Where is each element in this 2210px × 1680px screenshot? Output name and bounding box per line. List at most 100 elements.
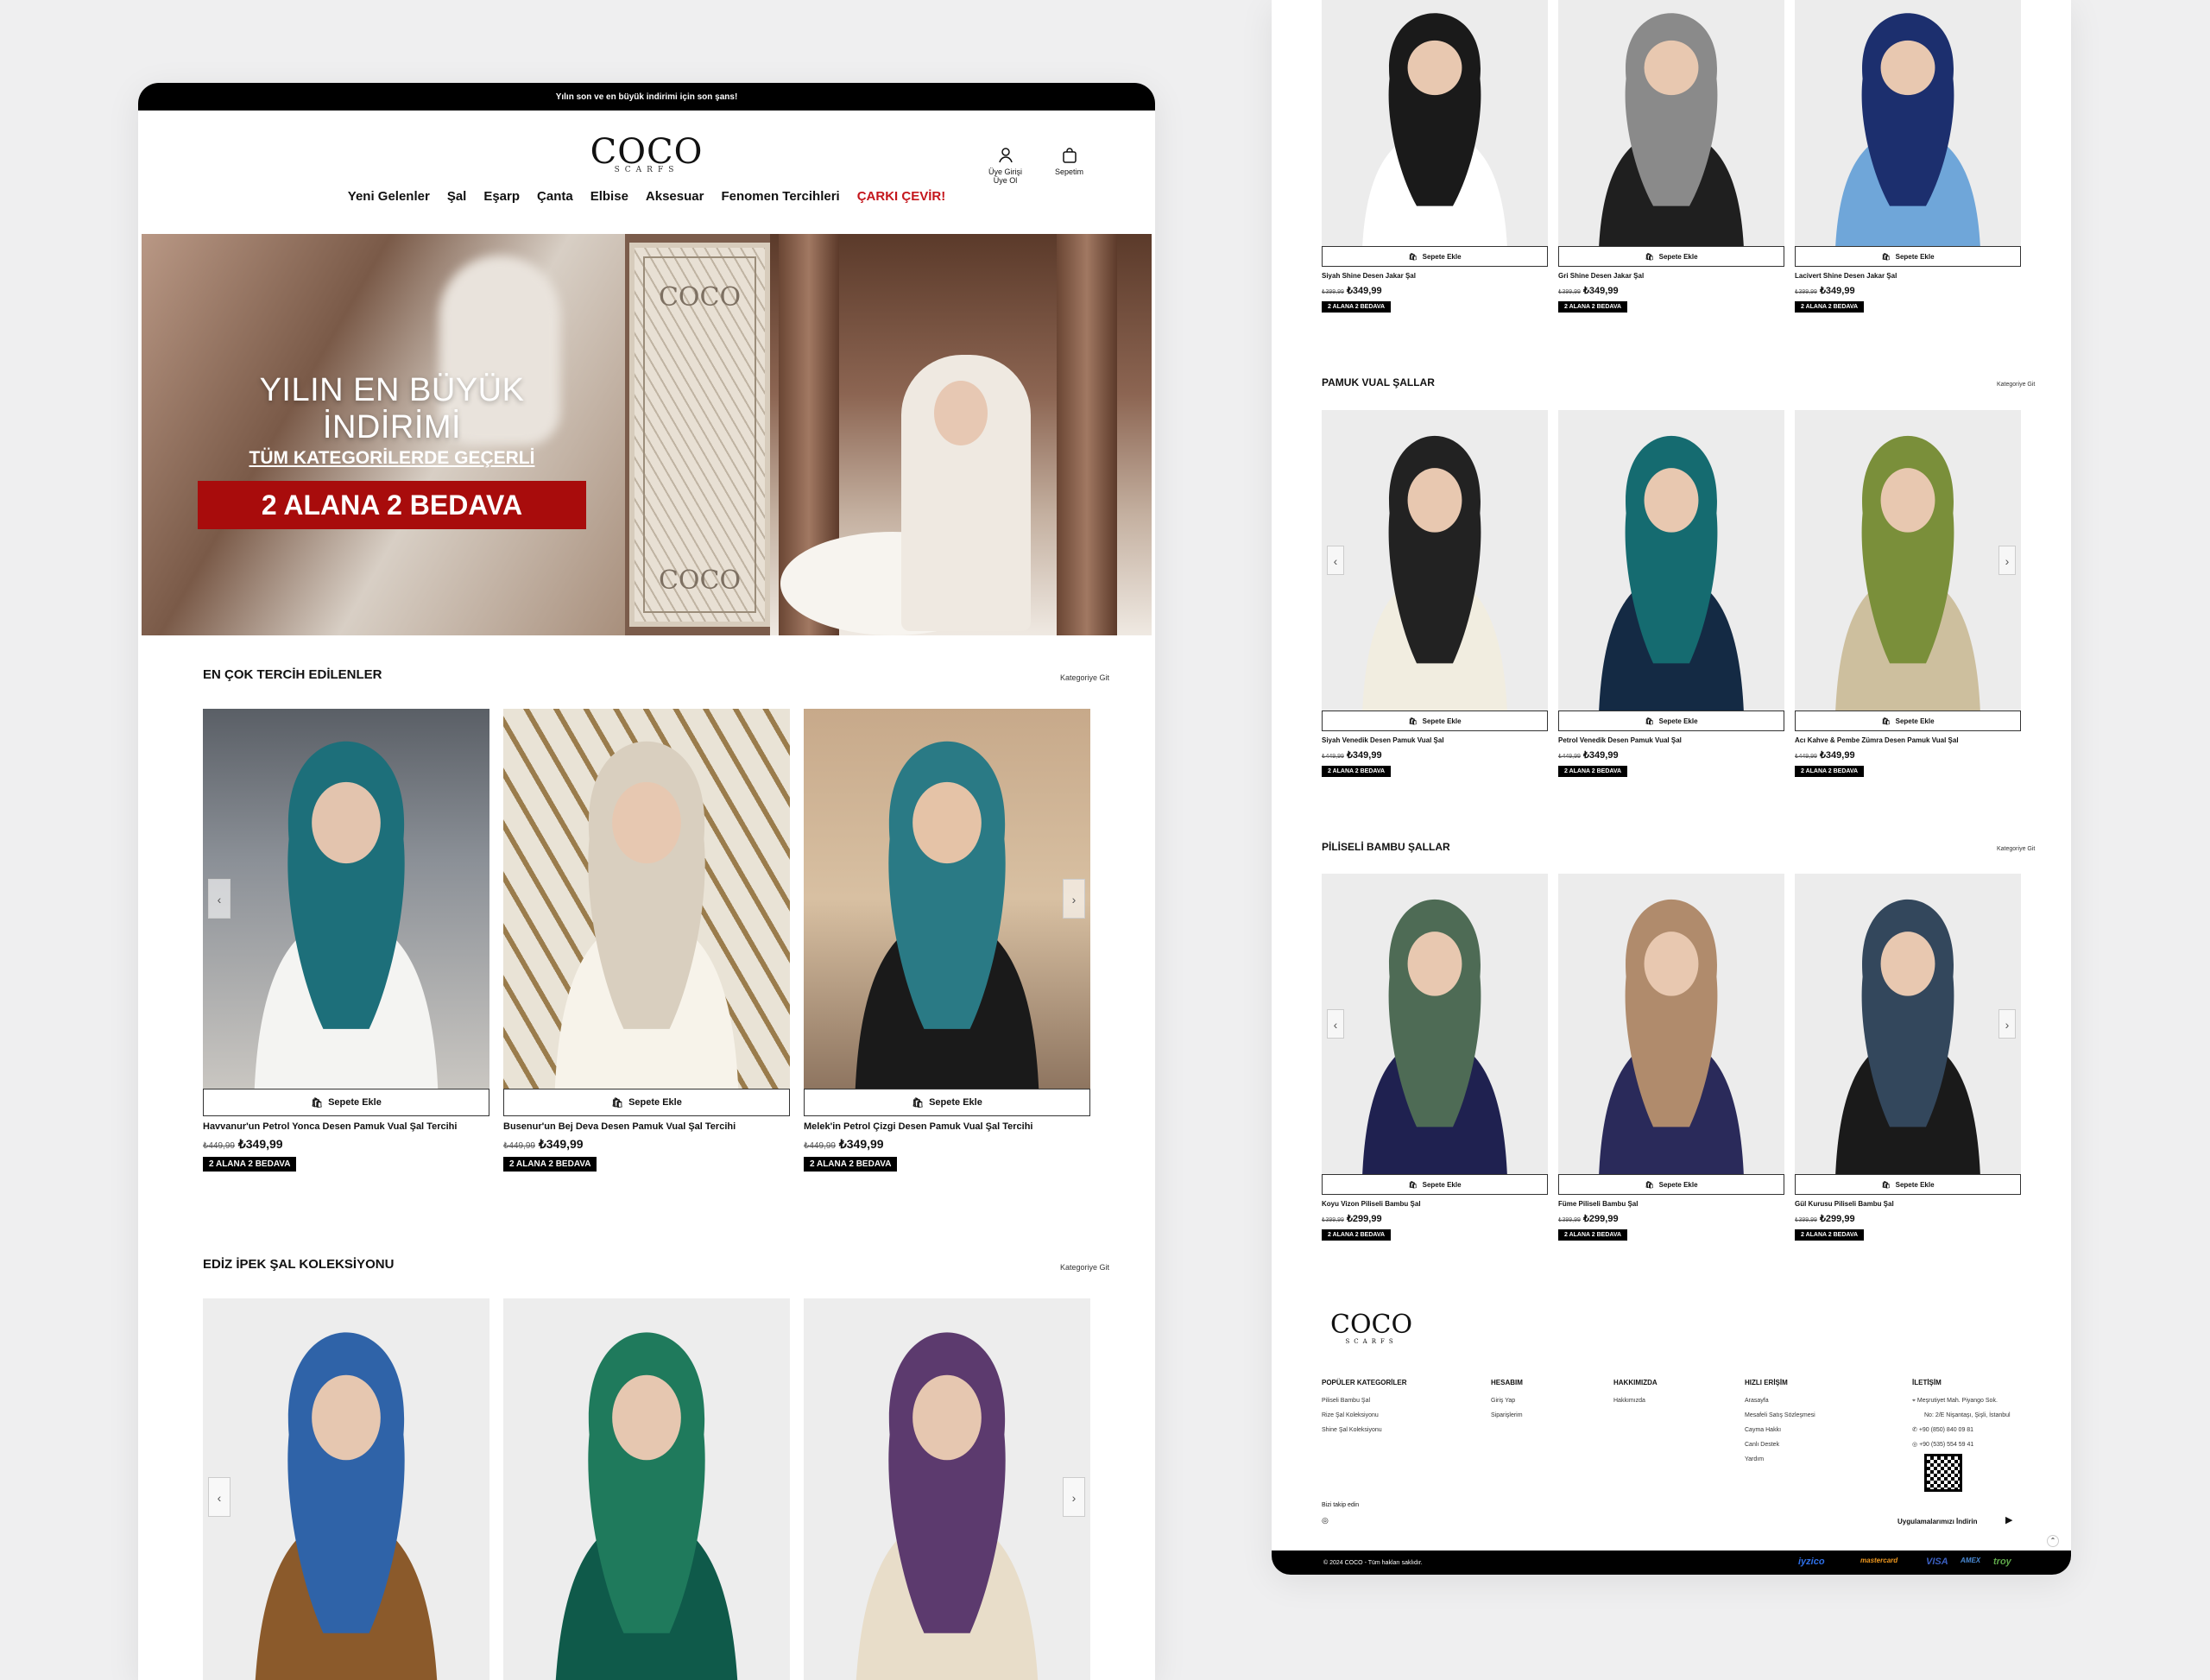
product-image[interactable] (203, 709, 489, 1089)
add-to-cart-button[interactable]: 🛍 Sepete Ekle (1795, 711, 2021, 731)
visa-logo: VISA (1926, 1557, 1948, 1567)
scroll-top-button[interactable]: ⌃ (2047, 1535, 2059, 1547)
shopping-bag-icon: 🛍 (1645, 1180, 1654, 1189)
category-link[interactable]: Kategoriye Git (1997, 846, 2035, 852)
add-to-cart-button[interactable]: 🛍 Sepete Ekle (1558, 1174, 1784, 1195)
product-name[interactable]: Lacivert Shine Desen Jakar Şal (1795, 272, 2021, 280)
product-name[interactable]: Füme Piliseli Bambu Şal (1558, 1200, 1784, 1208)
product-card[interactable] (203, 1298, 489, 1680)
main-navigation: Yeni Gelenler Şal Eşarp Çanta Elbise Aks… (138, 183, 1155, 209)
add-to-cart-button[interactable]: 🛍 Sepete Ekle (1558, 246, 1784, 267)
nav-item-dress[interactable]: Elbise (590, 189, 628, 204)
product-name[interactable]: Havvanur'un Petrol Yonca Desen Pamuk Vua… (203, 1121, 489, 1132)
nav-item-influencer[interactable]: Fenomen Tercihleri (721, 189, 839, 204)
nav-item-new[interactable]: Yeni Gelenler (348, 189, 430, 204)
old-price: ₺399,99 (1795, 289, 1817, 295)
product-card[interactable]: 🛍 Sepete Ekle Koyu Vizon Piliseli Bambu Şa… (1322, 874, 1548, 1241)
product-image[interactable] (1795, 874, 2021, 1174)
product-name[interactable]: Siyah Venedik Desen Pamuk Vual Şal (1322, 736, 1548, 744)
add-to-cart-button[interactable]: 🛍 Sepete Ekle (1322, 1174, 1548, 1195)
phone-line[interactable]: ✆ +90 (850) 840 09 81 (1912, 1423, 2011, 1437)
product-card[interactable]: 🛍 Sepete Ekle Gri Shine Desen Jakar Şal ₺39… (1558, 0, 1784, 313)
hero-promo-text: YILIN EN BÜYÜK İNDİRİMİ TÜM KATEGORİLERD… (193, 372, 590, 529)
carousel-prev-button[interactable]: ‹ (1327, 546, 1344, 575)
product-image[interactable] (203, 1298, 489, 1680)
product-card[interactable]: 🛍 Sepete Ekle Acı Kahve & Pembe Zümra Dese… (1795, 410, 2021, 777)
product-image[interactable] (1795, 0, 2021, 246)
product-name[interactable]: Busenur'un Bej Deva Desen Pamuk Vual Şal… (503, 1121, 790, 1132)
category-link[interactable]: Kategoriye Git (1997, 382, 2035, 388)
nav-item-scarf[interactable]: Eşarp (483, 189, 520, 204)
carousel-next-button[interactable]: › (1998, 546, 2016, 575)
price-row: ₺399,99 ₺299,99 (1795, 1213, 2021, 1224)
carousel-prev-button[interactable]: ‹ (208, 879, 230, 919)
hero-banner[interactable]: COCO COCO YILIN EN BÜYÜK İNDİRİMİ TÜM KA… (142, 234, 1152, 635)
add-to-cart-button[interactable]: 🛍 Sepete Ekle (1795, 246, 2021, 267)
footer-column-account: HESABIM Giriş Yap Siparişlerim (1491, 1379, 1523, 1418)
product-card[interactable]: 🛍 Sepete Ekle Melek'in Petrol Çizgi Desen … (804, 709, 1090, 1172)
product-image[interactable] (1322, 0, 1548, 246)
product-image[interactable] (503, 1298, 790, 1680)
price-row: ₺399,99 ₺349,99 (1558, 285, 1784, 296)
carousel-next-button[interactable]: › (1998, 1009, 2016, 1039)
nav-item-accessory[interactable]: Aksesuar (646, 189, 704, 204)
price-row: ₺399,99 ₺349,99 (1322, 285, 1548, 296)
product-image[interactable] (503, 709, 790, 1089)
product-card[interactable] (804, 1298, 1090, 1680)
product-card[interactable]: 🛍 Sepete Ekle Siyah Venedik Desen Pamuk Vu… (1322, 410, 1548, 777)
product-card[interactable]: 🛍 Sepete Ekle Füme Piliseli Bambu Şal ₺399,… (1558, 874, 1784, 1241)
product-image[interactable] (804, 1298, 1090, 1680)
account-button[interactable]: Üye Girişi Üye Ol (988, 147, 1022, 185)
product-image[interactable] (1322, 874, 1548, 1174)
category-link[interactable]: Kategoriye Git (1060, 1263, 1109, 1272)
carousel-prev-button[interactable]: ‹ (1327, 1009, 1344, 1039)
add-to-cart-button[interactable]: 🛍 Sepete Ekle (1558, 711, 1784, 731)
product-image[interactable] (804, 709, 1090, 1089)
current-price: ₺349,99 (1819, 750, 1855, 761)
product-name[interactable]: Siyah Shine Desen Jakar Şal (1322, 272, 1548, 280)
product-name[interactable]: Petrol Venedik Desen Pamuk Vual Şal (1558, 736, 1784, 744)
nav-item-spin-wheel[interactable]: ÇARKI ÇEVİR! (857, 189, 946, 204)
shopping-bag-icon: 🛍 (1881, 1180, 1891, 1189)
product-name[interactable]: Gri Shine Desen Jakar Şal (1558, 272, 1784, 280)
announcement-bar: Yılın son ve en büyük indirimi için son … (138, 83, 1155, 111)
add-to-cart-button[interactable]: 🛍 Sepete Ekle (503, 1089, 790, 1116)
product-image[interactable] (1795, 410, 2021, 711)
add-to-cart-button[interactable]: 🛍 Sepete Ekle (1795, 1174, 2021, 1195)
product-image[interactable] (1558, 0, 1784, 246)
product-image[interactable] (1322, 410, 1548, 711)
add-to-cart-button[interactable]: 🛍 Sepete Ekle (1322, 246, 1548, 267)
price-row: ₺449,99 ₺349,99 (503, 1137, 790, 1152)
whatsapp-line[interactable]: ◎ +90 (535) 554 59 41 (1912, 1437, 2011, 1452)
product-name[interactable]: Acı Kahve & Pembe Zümra Desen Pamuk Vual… (1795, 736, 2021, 744)
product-image[interactable] (1558, 410, 1784, 711)
product-name[interactable]: Koyu Vizon Piliseli Bambu Şal (1322, 1200, 1548, 1208)
instagram-icon[interactable]: ◎ (1322, 1516, 1329, 1525)
product-image[interactable] (1558, 874, 1784, 1174)
nav-item-shawl[interactable]: Şal (447, 189, 467, 204)
add-to-cart-button[interactable]: 🛍 Sepete Ekle (1322, 711, 1548, 731)
product-card[interactable]: 🛍 Sepete Ekle Busenur'un Bej Deva Desen Pa… (503, 709, 790, 1172)
product-card[interactable] (503, 1298, 790, 1680)
brand-logo[interactable]: COCO SCARFS (590, 135, 704, 174)
product-name[interactable]: Gül Kurusu Piliseli Bambu Şal (1795, 1200, 2021, 1208)
footer-logo[interactable]: COCO SCARFS (1330, 1312, 1412, 1346)
cart-button[interactable]: Sepetim (1055, 147, 1083, 176)
product-name[interactable]: Melek'in Petrol Çizgi Desen Pamuk Vual Ş… (804, 1121, 1090, 1132)
product-card[interactable]: 🛍 Sepete Ekle Lacivert Shine Desen Jakar Ş… (1795, 0, 2021, 313)
product-card[interactable]: 🛍 Sepete Ekle Havvanur'un Petrol Yonca Des… (203, 709, 489, 1172)
product-card[interactable]: 🛍 Sepete Ekle Petrol Venedik Desen Pamuk V… (1558, 410, 1784, 777)
carousel-next-button[interactable]: › (1063, 879, 1085, 919)
footer-bottom-bar: © 2024 COCO - Tüm hakları saklıdır. iyzi… (1272, 1551, 2071, 1575)
price-row: ₺449,99 ₺349,99 (1795, 749, 2021, 761)
carousel-next-button[interactable]: › (1063, 1477, 1085, 1517)
product-card[interactable]: 🛍 Sepete Ekle Gül Kurusu Piliseli Bambu Şa… (1795, 874, 2021, 1241)
carousel-prev-button[interactable]: ‹ (208, 1477, 230, 1517)
add-to-cart-button[interactable]: 🛍 Sepete Ekle (804, 1089, 1090, 1116)
category-link[interactable]: Kategoriye Git (1060, 673, 1109, 682)
product-card[interactable]: 🛍 Sepete Ekle Siyah Shine Desen Jakar Şal ₺… (1322, 0, 1548, 313)
add-to-cart-button[interactable]: 🛍 Sepete Ekle (203, 1089, 489, 1116)
promo-badge: 2 ALANA 2 BEDAVA (503, 1157, 597, 1172)
google-play-icon[interactable]: ▶ (2005, 1514, 2012, 1525)
nav-item-bag[interactable]: Çanta (537, 189, 573, 204)
